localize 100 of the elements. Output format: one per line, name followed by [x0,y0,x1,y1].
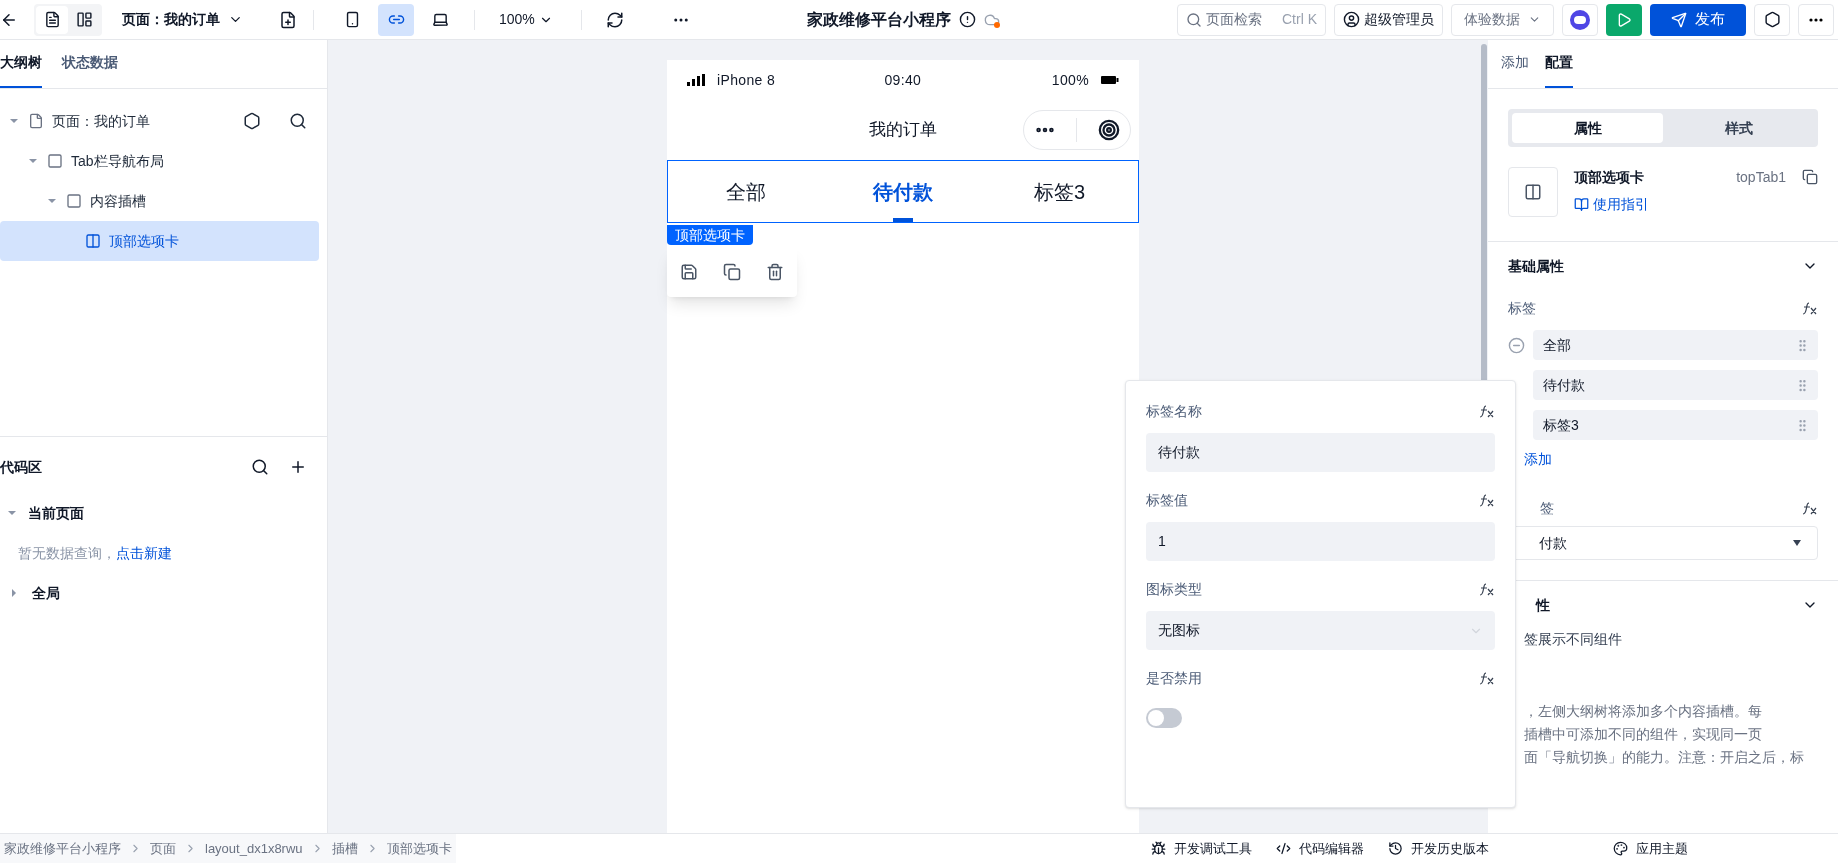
more-icon [1809,17,1823,22]
tag-item[interactable]: 标签3 [1533,410,1818,440]
columns-icon [1524,183,1542,201]
app-title: 家政维修平台小程序 [806,9,951,30]
section-title: 性 [1536,595,1551,615]
nav-title: 我的订单 [868,119,938,142]
info-icon[interactable] [958,11,976,28]
search-icon [1186,11,1202,28]
tag-item[interactable]: 全部 [1533,330,1818,360]
panel-tab[interactable]: 配置 [1545,39,1573,88]
tab[interactable]: 标签3 [981,161,1138,222]
copy-icon[interactable] [723,263,741,281]
description-line: ，左侧大纲树将添加多个内容插槽。每 [1524,703,1763,721]
tab[interactable]: 全部 [668,161,825,222]
selection-label: 顶部选项卡 [667,225,753,245]
target-icon[interactable] [1097,119,1120,141]
code-icon [1276,841,1291,856]
remove-icon[interactable] [1508,336,1525,354]
square-icon [66,193,82,209]
add-icon[interactable] [289,458,307,476]
delete-icon[interactable] [766,263,785,281]
field-label: 是否禁用 [1146,668,1203,688]
breadcrumb-item[interactable]: 家政维修平台小程序 [4,838,121,859]
settings-button[interactable] [1754,3,1790,36]
battery-level: 100% [1051,70,1089,90]
device-name: iPhone 8 [717,70,777,90]
description-line: 插槽中可添加不同的组件，实现同一页 [1524,726,1763,744]
save-icon[interactable] [679,263,698,281]
robot-icon [1570,9,1590,30]
settings-icon[interactable] [243,112,261,130]
empty-message: 暂无数据查询， [18,543,116,563]
tree-item[interactable]: 页面：我的订单 [0,101,319,141]
book-icon [1574,197,1589,212]
clock: 09:40 [884,70,923,90]
square-icon [47,153,63,169]
create-link[interactable]: 点击新建 [116,542,172,564]
tree-item[interactable]: 内容插槽 [0,181,319,221]
tool-button[interactable]: 应用主题 [1613,838,1688,859]
icon-type-select[interactable]: 无图标 [1146,611,1495,650]
description-line: 面「导航切换」的能力。注意：开启之后，标 [1524,749,1805,767]
history-icon [1388,841,1403,856]
document-icon [43,11,61,28]
run-button[interactable] [1606,3,1642,36]
caret-icon [1793,540,1801,546]
palette-icon [1613,841,1628,856]
assistant-button[interactable] [1562,3,1598,36]
disable-switch[interactable] [1146,708,1182,728]
page-selector[interactable]: 页面：我的订单 [122,9,243,30]
view-mode-button[interactable] [36,5,68,34]
breadcrumb-item[interactable]: layout_dx1x8rwu [205,838,303,859]
tab[interactable]: 待付款 [824,161,982,222]
panel-tab[interactable]: 大纲树 [0,39,42,88]
send-icon [1671,11,1687,28]
segment-tab[interactable]: 属性 [1512,113,1663,143]
input-field[interactable]: 1 [1146,522,1495,561]
breadcrumb-item[interactable]: 页面 [150,838,176,859]
section-title: 代码区 [0,457,43,477]
segment-tab[interactable]: 样式 [1663,113,1814,143]
field-label: 标签值 [1146,490,1189,510]
tool-button[interactable]: 开发调试工具 [1151,838,1252,859]
file-icon [28,113,44,129]
section-title: 基础属性 [1508,256,1565,276]
tree-item[interactable]: Tab栏导航布局 [0,141,319,181]
search-icon[interactable] [289,112,307,130]
bug-icon [1151,841,1166,856]
breadcrumb-item[interactable]: 插槽 [331,838,358,859]
columns-icon [85,233,101,249]
tree-item[interactable]: 顶部选项卡 [0,221,319,261]
laptop-icon [431,11,449,28]
component-id: topTab1 [1736,168,1786,187]
search-field[interactable]: 页面检索 Ctrl K [1177,3,1326,36]
tag-item[interactable]: 待付款 [1533,370,1818,400]
panel-tab[interactable]: 状态数据 [62,39,118,88]
more-button[interactable] [1798,3,1834,36]
field-label: 签 [1540,498,1555,518]
tool-button[interactable]: 开发历史版本 [1388,838,1489,859]
component-name: 顶部选项卡 [1574,168,1645,187]
guide-link[interactable]: 使用指引 [1574,194,1721,215]
zoom-selector[interactable]: 100% [499,9,553,30]
add-page-icon[interactable] [279,10,297,29]
user-icon [1343,11,1360,28]
settings-icon [1763,11,1781,28]
panel-tab[interactable]: 添加 [1501,39,1529,88]
breadcrumb-item[interactable]: 顶部选项卡 [386,838,452,859]
user-button[interactable]: 超级管理员 [1334,3,1443,36]
search-icon[interactable] [251,458,269,476]
tool-button[interactable]: 代码编辑器 [1276,838,1364,859]
group-header[interactable]: 当前页面 [0,493,327,533]
field-label: 标签 [1508,298,1537,318]
signal-icon [687,74,705,86]
data-mode-select[interactable]: 体验数据 [1451,3,1554,36]
refresh-icon[interactable] [605,10,624,29]
input-field[interactable]: 待付款 [1146,433,1495,472]
publish-button[interactable]: 发布 [1650,3,1746,36]
copy-icon[interactable] [1802,169,1818,185]
section-description: 签展示不同组件 [1523,630,1623,649]
field-label: 图标类型 [1146,579,1203,599]
group-header[interactable]: 全局 [0,573,327,613]
add-link[interactable]: 添加 [1524,448,1552,470]
field-label: 标签名称 [1146,401,1203,421]
